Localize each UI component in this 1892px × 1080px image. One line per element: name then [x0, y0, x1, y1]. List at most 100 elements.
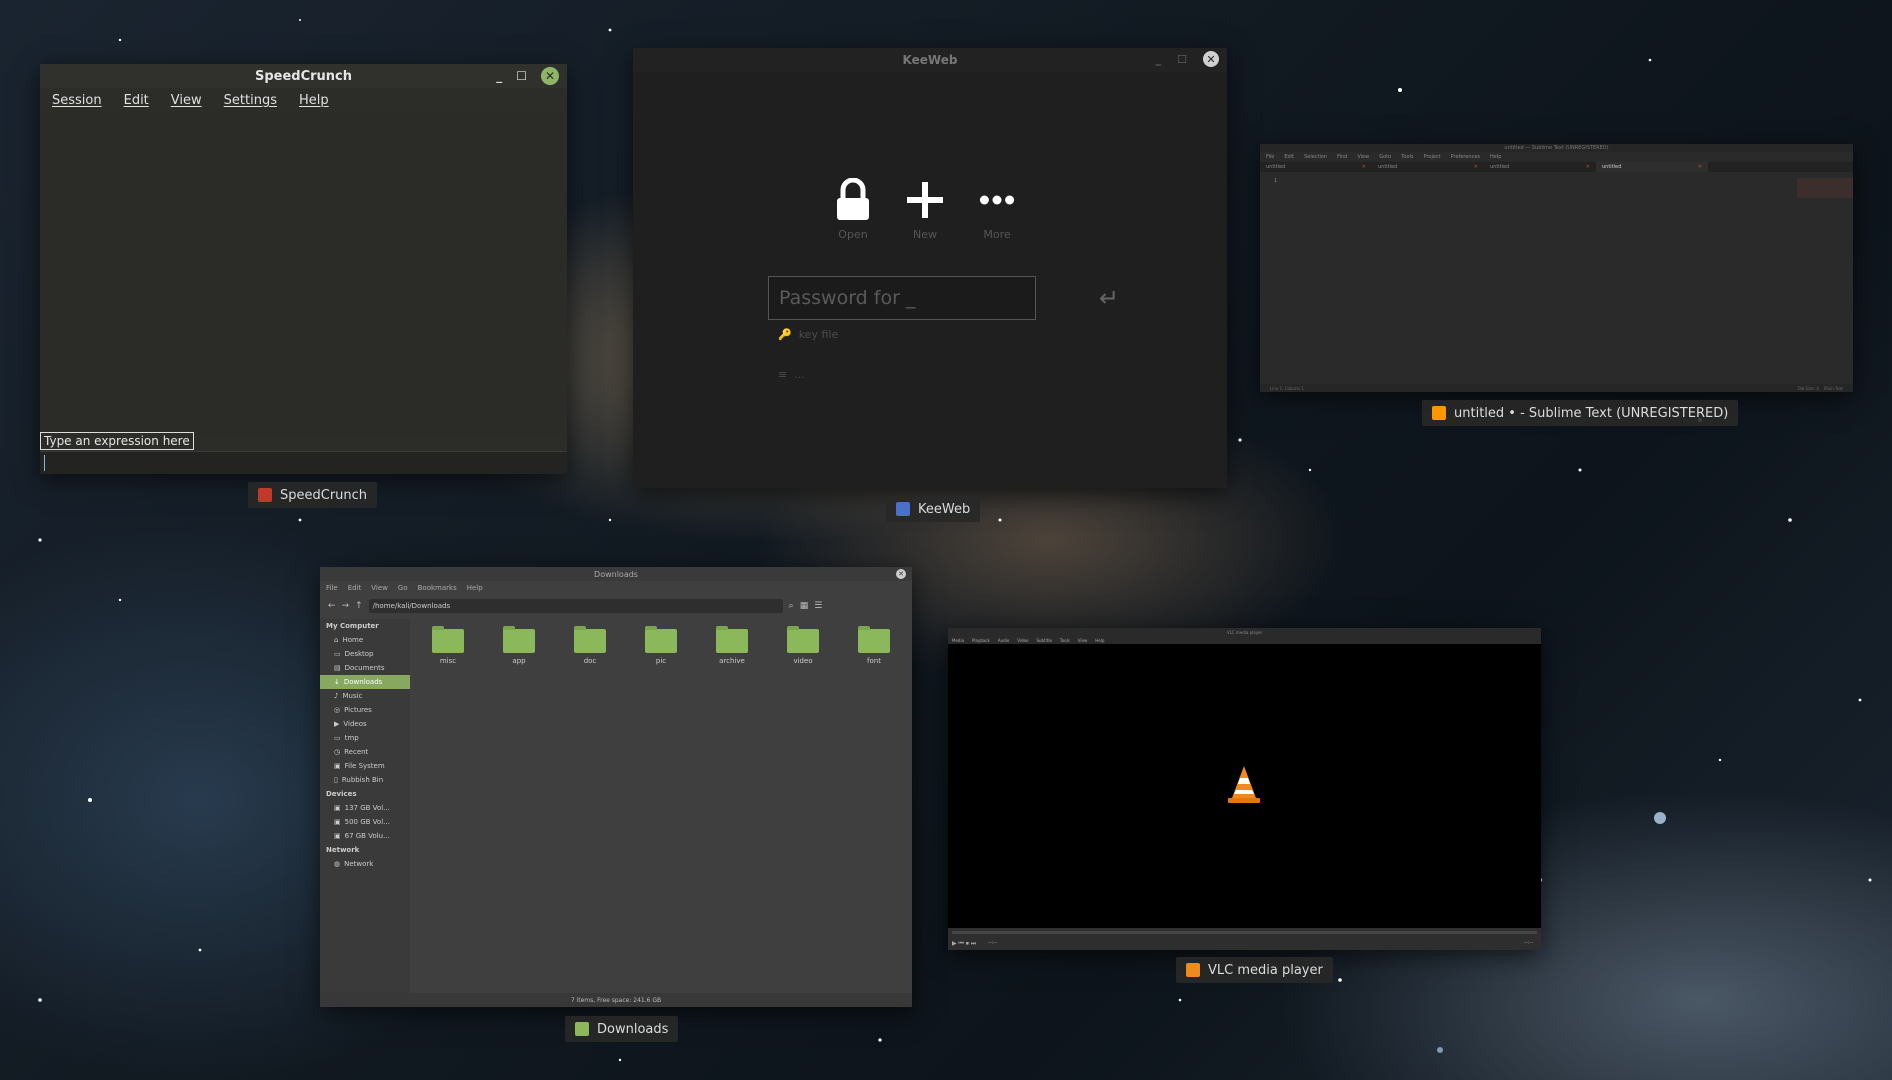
menu-edit[interactable]: Edit [348, 584, 362, 592]
menu-project[interactable]: Project [1424, 154, 1441, 160]
menu-help[interactable]: Help [1490, 154, 1501, 160]
folder-item[interactable]: misc [432, 626, 464, 665]
menu-selection[interactable]: Selection [1304, 154, 1327, 160]
window-label-downloads[interactable]: Downloads [565, 1016, 679, 1042]
tab-untitled[interactable]: untitled ✕ [1372, 162, 1484, 172]
minimize-button[interactable]: _ [496, 69, 502, 83]
menu-view[interactable]: View [171, 93, 202, 108]
menu-video[interactable]: Video [1017, 638, 1028, 643]
up-icon[interactable]: ↑ [355, 601, 363, 611]
new-button[interactable]: New [907, 178, 943, 241]
menu-edit[interactable]: Edit [124, 93, 149, 108]
window-label-keeweb[interactable]: KeeWeb [886, 496, 981, 522]
forward-icon[interactable]: → [342, 601, 350, 611]
sidebar-item-tmp[interactable]: ▭ tmp [320, 731, 410, 745]
sidebar-item-device[interactable]: ▣ 137 GB Vol... [320, 801, 410, 815]
list-view-icon[interactable]: ☰ [814, 601, 822, 611]
speedcrunch-window[interactable]: SpeedCrunch _ ☐ ✕ Session Edit View Sett… [40, 64, 567, 474]
sublime-titlebar[interactable]: untitled — Sublime Text (UNREGISTERED) [1260, 144, 1853, 152]
folder-item[interactable]: video [787, 626, 819, 665]
close-button[interactable]: ✕ [896, 569, 906, 579]
vlc-window[interactable]: VLC media player Media Playback Audio Vi… [948, 628, 1541, 950]
menu-view[interactable]: View [371, 584, 388, 592]
folder-item[interactable]: app [503, 626, 535, 665]
sublime-window[interactable]: untitled — Sublime Text (UNREGISTERED) F… [1260, 144, 1853, 392]
enter-icon[interactable]: ↵ [1099, 284, 1119, 312]
menu-media[interactable]: Media [952, 638, 964, 643]
menu-bookmarks[interactable]: Bookmarks [418, 584, 457, 592]
syntax-mode[interactable]: Plain Text [1824, 386, 1843, 391]
tab-untitled[interactable]: untitled ✕ [1484, 162, 1596, 172]
tab-untitled-active[interactable]: untitled ✕ [1596, 162, 1708, 172]
menu-file[interactable]: File [1266, 154, 1274, 160]
sidebar-item-downloads[interactable]: ↓ Downloads [320, 675, 410, 689]
back-icon[interactable]: ← [328, 601, 336, 611]
password-field[interactable]: Password for _ [768, 276, 1036, 320]
close-button[interactable]: ✕ [541, 67, 559, 85]
minimap[interactable] [1797, 178, 1853, 198]
menu-audio[interactable]: Audio [998, 638, 1009, 643]
file-manager-window[interactable]: Downloads ✕ File Edit View Go Bookmarks … [320, 567, 912, 1007]
menu-subtitle[interactable]: Subtitle [1036, 638, 1051, 643]
menu-edit[interactable]: Edit [1284, 154, 1294, 160]
folder-item[interactable]: pic [645, 626, 677, 665]
play-icon[interactable]: ▶ ⏮ ⏹ ⏭ [952, 940, 976, 948]
menu-find[interactable]: Find [1337, 154, 1347, 160]
sidebar-item-file-system[interactable]: ▣ File System [320, 759, 410, 773]
sidebar-section-devices[interactable]: Devices [320, 787, 410, 801]
close-icon[interactable]: ✕ [1586, 164, 1590, 170]
search-icon[interactable]: ⌕ [789, 601, 794, 611]
menu-help[interactable]: Help [467, 584, 483, 592]
menu-go[interactable]: Go [398, 584, 408, 592]
location-bar[interactable]: /home/kali/Downloads [368, 599, 783, 613]
sidebar-item-documents[interactable]: ▤ Documents [320, 661, 410, 675]
keeweb-titlebar[interactable]: KeeWeb _ ☐ ✕ [633, 48, 1227, 72]
window-label-sublime[interactable]: untitled • - Sublime Text (UNREGISTERED) [1422, 400, 1739, 426]
menu-file[interactable]: File [326, 584, 338, 592]
tab-untitled[interactable]: untitled ✕ [1260, 162, 1372, 172]
sidebar-item-home[interactable]: ⌂ Home [320, 633, 410, 647]
maximize-button[interactable]: ☐ [1177, 53, 1187, 66]
icon-view-icon[interactable]: ▦ [800, 601, 809, 611]
menu-view[interactable]: View [1078, 638, 1088, 643]
sidebar-item-rubbish-bin[interactable]: ▯ Rubbish Bin [320, 773, 410, 787]
sidebar-item-device[interactable]: ▣ 500 GB Vol... [320, 815, 410, 829]
seek-bar[interactable] [952, 931, 1537, 934]
folder-item[interactable]: doc [574, 626, 606, 665]
window-label-speedcrunch[interactable]: SpeedCrunch [248, 482, 378, 508]
window-label-vlc[interactable]: VLC media player [1176, 957, 1333, 983]
sidebar-item-recent[interactable]: ◷ Recent [320, 745, 410, 759]
speedcrunch-titlebar[interactable]: SpeedCrunch _ ☐ ✕ [40, 64, 567, 88]
menu-help[interactable]: Help [299, 93, 329, 108]
menu-help[interactable]: Help [1095, 638, 1104, 643]
menu-session[interactable]: Session [52, 93, 102, 108]
sidebar-item-music[interactable]: ♪ Music [320, 689, 410, 703]
sidebar-item-device[interactable]: ▣ 67 GB Volu... [320, 829, 410, 843]
vlc-titlebar[interactable]: VLC media player [948, 628, 1541, 636]
menu-tools[interactable]: Tools [1060, 638, 1070, 643]
close-button[interactable]: ✕ [1203, 51, 1219, 67]
close-icon[interactable]: ✕ [1362, 164, 1366, 170]
sidebar-item-network[interactable]: ◍ Network [320, 857, 410, 871]
maximize-button[interactable]: ☐ [516, 69, 527, 83]
menu-preferences[interactable]: Preferences [1451, 154, 1480, 160]
menu-settings[interactable]: Settings [224, 93, 277, 108]
open-button[interactable]: Open [835, 178, 871, 241]
key-file-link[interactable]: 🔑 key file [778, 328, 838, 341]
sidebar-item-desktop[interactable]: ▭ Desktop [320, 647, 410, 661]
sidebar-item-pictures[interactable]: ◎ Pictures [320, 703, 410, 717]
minimize-button[interactable]: _ [1156, 53, 1162, 66]
sidebar-item-videos[interactable]: ▶ Videos [320, 717, 410, 731]
more-button[interactable]: More [979, 178, 1015, 241]
sidebar-section-network[interactable]: Network [320, 843, 410, 857]
tab-size[interactable]: Tab Size: 4 [1798, 386, 1819, 391]
menu-tools[interactable]: Tools [1401, 154, 1413, 160]
menu-playback[interactable]: Playback [972, 638, 990, 643]
keeweb-window[interactable]: KeeWeb _ ☐ ✕ Open New More Password for … [633, 48, 1227, 488]
menu-view[interactable]: View [1357, 154, 1369, 160]
file-manager-titlebar[interactable]: Downloads ✕ [320, 567, 912, 581]
menu-goto[interactable]: Goto [1379, 154, 1391, 160]
close-icon[interactable]: ✕ [1698, 164, 1702, 170]
sidebar-section-my-computer[interactable]: My Computer [320, 619, 410, 633]
more-options[interactable]: ≡ ... [778, 368, 805, 381]
